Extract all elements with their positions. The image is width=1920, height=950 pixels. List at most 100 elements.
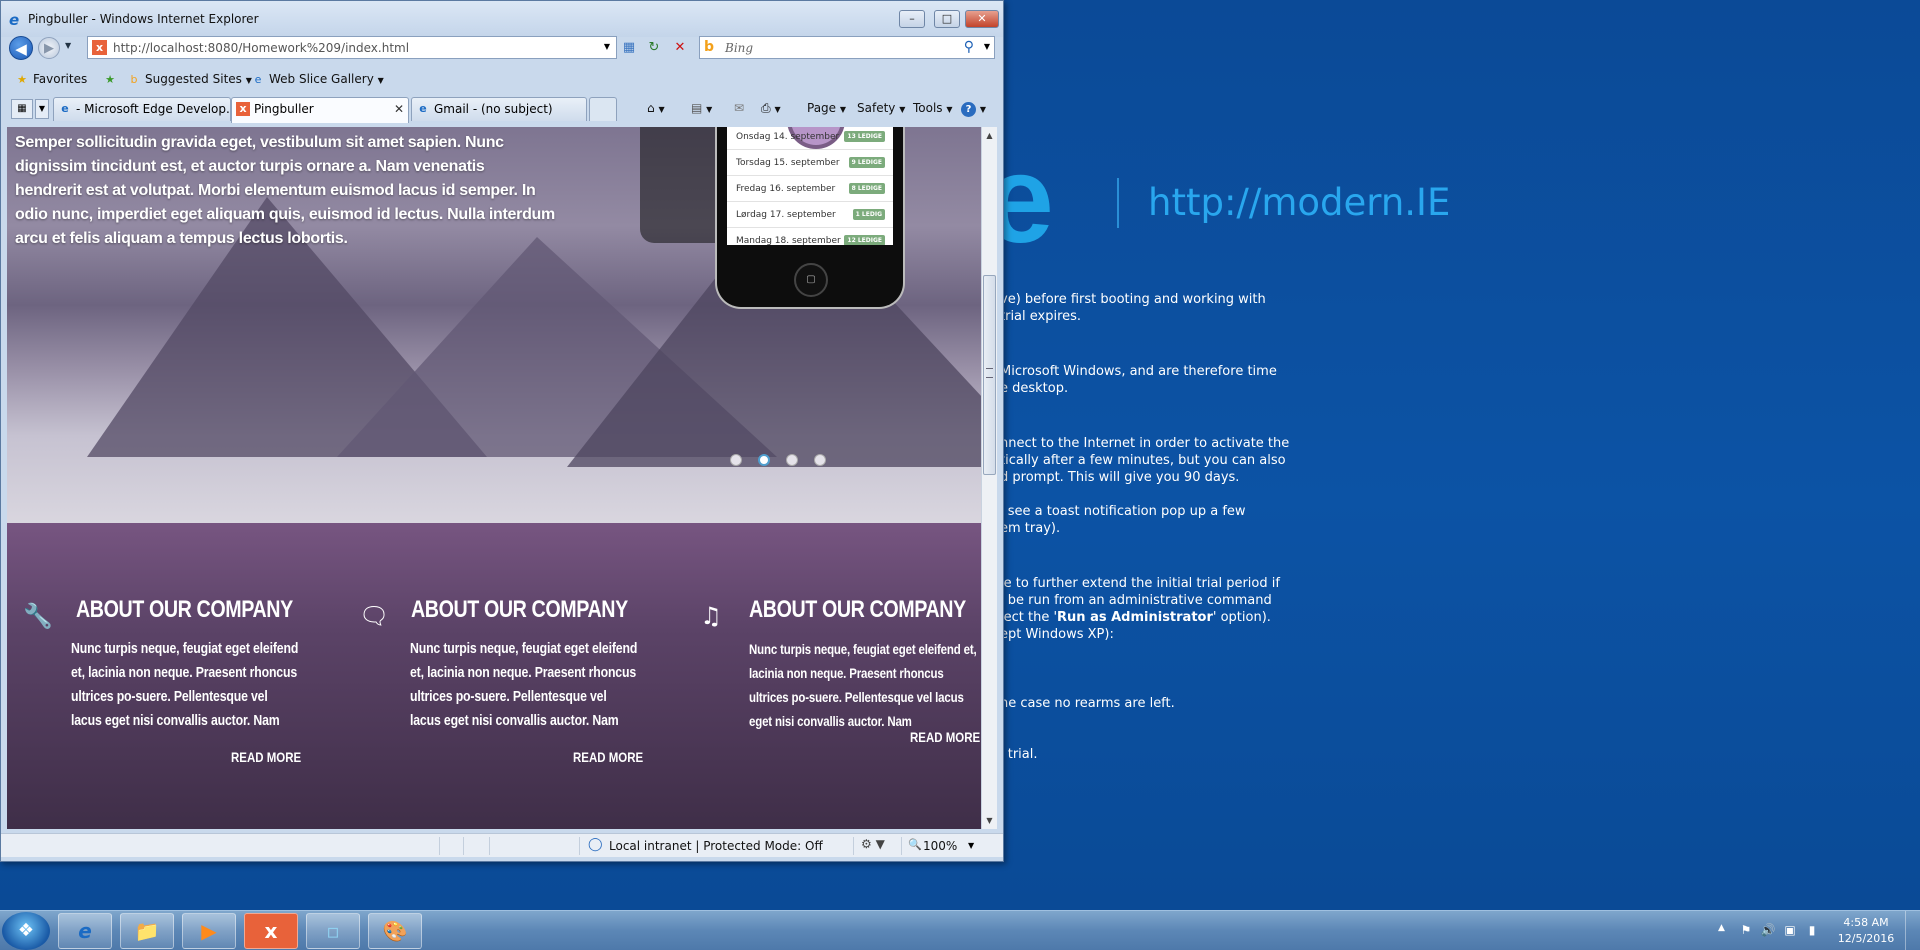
scroll-down-icon[interactable]: ▼ bbox=[982, 812, 997, 829]
slider-dot-active[interactable] bbox=[758, 454, 770, 466]
slider-dot[interactable] bbox=[814, 454, 826, 466]
maximize-button[interactable]: □ bbox=[934, 10, 960, 28]
security-zone-status[interactable]: Local intranet | Protected Mode: Off bbox=[609, 839, 823, 853]
phone-list-row: Mandag 18. september 12 LEDIGE bbox=[727, 228, 893, 245]
taskbar-notepad[interactable]: ▫ bbox=[306, 913, 360, 949]
paint-icon: 🎨 bbox=[382, 919, 408, 943]
refresh-button[interactable]: ↻ bbox=[644, 38, 664, 58]
clock-date[interactable]: 12/5/2016 bbox=[1836, 932, 1896, 945]
tab-pingbuller[interactable]: x Pingbuller ✕ bbox=[231, 97, 409, 123]
favorites-button[interactable]: ★ Favorites bbox=[15, 72, 87, 87]
phone-list-row: Onsdag 14. september 13 LEDIGE bbox=[727, 127, 893, 150]
address-bar[interactable]: x http://localhost:8080/Homework%209/ind… bbox=[87, 36, 617, 59]
add-to-favorites-bar-button[interactable]: ★ bbox=[103, 72, 121, 87]
availability-badge: 13 LEDIGE bbox=[844, 131, 885, 142]
feature-title: ABOUT OUR COMPANY bbox=[411, 596, 628, 623]
wallpaper-text-line: lect the 'Run as Administrator' option). bbox=[1000, 610, 1271, 625]
navigation-bar: ◀ ▶ ▼ x http://localhost:8080/Homework%2… bbox=[1, 34, 1003, 62]
wrench-icon: 🔧 bbox=[23, 602, 53, 630]
chevron-down-icon: ▼ bbox=[899, 105, 906, 114]
safety-menu[interactable]: Safety ▼ bbox=[857, 101, 905, 115]
chevron-down-icon[interactable]: ▼ bbox=[968, 841, 974, 850]
power-icon[interactable]: ▮ bbox=[1804, 922, 1820, 938]
ie-icon: e bbox=[61, 102, 69, 115]
window-title: Pingbuller - Windows Internet Explorer bbox=[28, 12, 259, 26]
slider-dot[interactable] bbox=[730, 454, 742, 466]
favorites-label: Favorites bbox=[33, 72, 88, 86]
suggested-sites-icon: b bbox=[130, 72, 138, 86]
read-more-link[interactable]: READ MORE bbox=[573, 749, 643, 765]
back-button[interactable]: ◀ bbox=[9, 36, 33, 60]
wallpaper-text-line: l trial. bbox=[1000, 747, 1038, 762]
taskbar-xampp[interactable]: x bbox=[244, 913, 298, 949]
tab-list-button[interactable]: ▼ bbox=[35, 99, 49, 119]
wallpaper-text-part: ' option). bbox=[1212, 610, 1271, 625]
chevron-down-icon: ▼ bbox=[658, 105, 665, 114]
add-favorite-icon: ★ bbox=[105, 72, 115, 86]
chevron-down-icon: ▼ bbox=[774, 105, 781, 114]
wallpaper-text-line: ept Windows XP): bbox=[1000, 627, 1114, 642]
help-button[interactable]: ? ▼ bbox=[961, 101, 986, 117]
web-slice-icon: e bbox=[254, 72, 262, 86]
wallpaper-text-line: nnect to the Internet in order to activa… bbox=[1000, 436, 1290, 451]
clock-time[interactable]: 4:58 AM bbox=[1836, 916, 1896, 929]
read-more-link[interactable]: READ MORE bbox=[231, 749, 301, 765]
suggested-sites-link[interactable]: b Suggested Sites ▼ bbox=[127, 72, 252, 87]
taskbar-internet-explorer[interactable]: e bbox=[58, 913, 112, 949]
home-button[interactable]: ⌂ ▼ bbox=[647, 101, 665, 115]
web-slice-gallery-label: Web Slice Gallery bbox=[269, 72, 374, 86]
start-button[interactable]: ❖ bbox=[2, 912, 50, 950]
new-tab-button[interactable] bbox=[589, 97, 617, 121]
quick-tabs-button[interactable]: ▦ bbox=[11, 99, 33, 119]
chevron-down-icon[interactable]: ▼ bbox=[604, 42, 610, 51]
chevron-down-icon: ▼ bbox=[38, 104, 46, 113]
search-input[interactable]: Bing bbox=[725, 41, 753, 55]
ie-icon: e bbox=[419, 102, 427, 115]
action-center-icon[interactable]: ⚑ bbox=[1738, 922, 1754, 938]
phone-list-row: Fredag 16. september 8 LEDIGE bbox=[727, 176, 893, 202]
show-hidden-icons-icon[interactable]: ▲ bbox=[1718, 923, 1725, 933]
speech-bubble-icon: 🗨 bbox=[359, 602, 390, 630]
search-icon[interactable]: ⚲ bbox=[964, 39, 974, 55]
scroll-up-icon[interactable]: ▲ bbox=[982, 127, 997, 144]
close-button[interactable]: ✕ bbox=[965, 10, 999, 28]
scrollbar-thumb[interactable] bbox=[983, 275, 996, 475]
read-more-link[interactable]: READ MORE bbox=[910, 729, 980, 745]
page-viewport[interactable]: Semper sollicitudin gravida eget, vestib… bbox=[7, 127, 981, 829]
volume-icon[interactable]: 🔊 bbox=[1760, 922, 1776, 938]
refresh-icon: ↻ bbox=[648, 40, 660, 55]
forward-button[interactable]: ▶ bbox=[38, 37, 60, 59]
tools-menu[interactable]: Tools ▼ bbox=[913, 101, 953, 115]
taskbar-file-explorer[interactable]: 📁 bbox=[120, 913, 174, 949]
tab-edge-developer[interactable]: e - Microsoft Edge Develop... bbox=[53, 97, 231, 121]
print-button[interactable]: ⎙ ▼ bbox=[761, 101, 781, 116]
compat-icon: ▦ bbox=[622, 40, 636, 55]
slider-dots bbox=[730, 454, 830, 468]
zoom-level[interactable]: 100% bbox=[923, 839, 957, 853]
minimize-button[interactable]: – bbox=[899, 10, 925, 28]
read-mail-button[interactable]: ✉ bbox=[734, 101, 744, 115]
address-input[interactable]: http://localhost:8080/Homework%209/index… bbox=[113, 41, 409, 55]
stop-button[interactable]: ✕ bbox=[670, 38, 690, 58]
tab-label: Pingbuller bbox=[254, 102, 314, 116]
web-slice-gallery-link[interactable]: e Web Slice Gallery ▼ bbox=[251, 72, 384, 87]
feeds-button[interactable]: ▤ ▼ bbox=[691, 101, 712, 115]
slider-dot[interactable] bbox=[786, 454, 798, 466]
title-bar[interactable]: e Pingbuller - Windows Internet Explorer… bbox=[1, 1, 1003, 37]
grid-icon: ▦ bbox=[17, 103, 27, 114]
chevron-down-icon[interactable]: ▼ bbox=[984, 42, 990, 51]
recent-pages-dropdown[interactable]: ▼ bbox=[65, 41, 71, 50]
show-desktop-button[interactable] bbox=[1905, 911, 1920, 950]
network-icon[interactable]: ▣ bbox=[1782, 922, 1798, 938]
vertical-scrollbar[interactable]: ▲ ▼ bbox=[981, 127, 997, 829]
close-icon[interactable]: ✕ bbox=[394, 98, 404, 120]
feature-body: Nunc turpis neque, feugiat eget eleifend… bbox=[749, 641, 977, 729]
compatibility-view-button[interactable]: ▦ bbox=[619, 38, 639, 58]
page-menu[interactable]: Page ▼ bbox=[807, 101, 846, 115]
taskbar-media-player[interactable]: ▶ bbox=[182, 913, 236, 949]
search-box[interactable]: b Bing ⚲ ▼ bbox=[699, 36, 995, 59]
taskbar-paint[interactable]: 🎨 bbox=[368, 913, 422, 949]
protected-mode-icon[interactable]: ⚙ ▼ bbox=[861, 837, 885, 851]
phone-list-row: Torsdag 15. september 9 LEDIGE bbox=[727, 150, 893, 176]
tab-gmail[interactable]: e Gmail - (no subject) bbox=[411, 97, 587, 121]
